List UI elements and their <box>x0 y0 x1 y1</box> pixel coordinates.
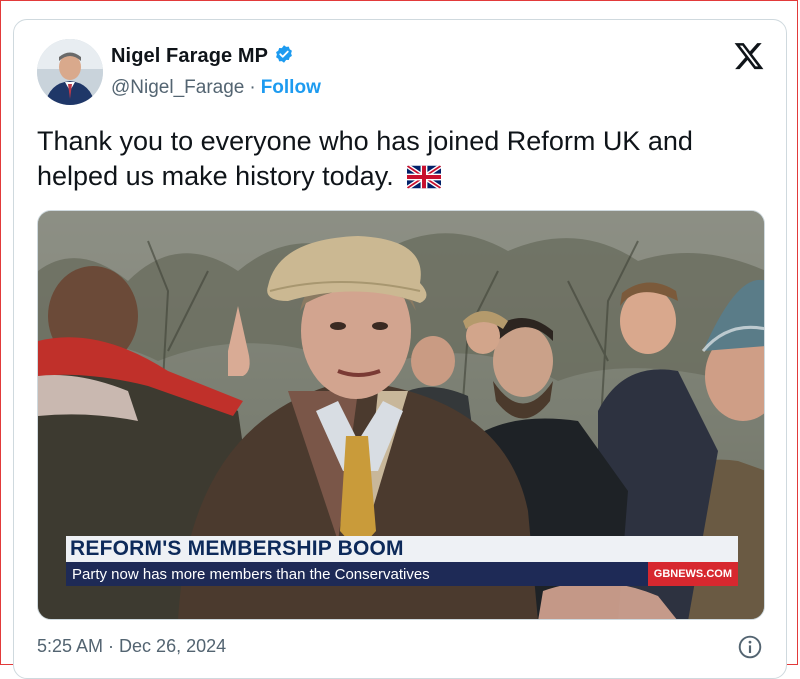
tweet-timestamp[interactable]: 5:25 AM · Dec 26, 2024 <box>37 636 226 657</box>
news-subline-bar: Party now has more members than the Cons… <box>66 562 738 586</box>
tweet-time[interactable]: 5:25 AM <box>37 636 103 657</box>
x-logo-icon[interactable] <box>732 40 766 72</box>
handle-separator: · <box>249 77 256 98</box>
network-badge: GBNEWS.COM <box>647 562 738 586</box>
avatar-image <box>37 39 103 105</box>
tweet-body: Thank you to everyone who has joined Ref… <box>37 126 693 191</box>
author-handle[interactable]: @Nigel_Farage <box>111 77 244 99</box>
union-jack-flag-icon <box>407 163 442 198</box>
news-lower-third: REFORM'S MEMBERSHIP BOOM Party now has m… <box>66 536 738 586</box>
info-icon[interactable] <box>737 634 763 660</box>
tweet-media-video[interactable]: REFORM'S MEMBERSHIP BOOM Party now has m… <box>37 210 765 620</box>
tweet-text: Thank you to everyone who has joined Ref… <box>37 124 757 198</box>
timestamp-separator: · <box>108 636 115 656</box>
tweet-date[interactable]: Dec 26, 2024 <box>119 636 226 657</box>
follow-button[interactable]: Follow <box>261 77 321 99</box>
news-subline: Party now has more members than the Cons… <box>72 565 430 583</box>
news-headline: REFORM'S MEMBERSHIP BOOM <box>66 536 738 562</box>
author-display-name[interactable]: Nigel Farage MP <box>111 45 268 68</box>
avatar[interactable] <box>37 39 103 105</box>
verified-badge-icon <box>274 44 294 69</box>
